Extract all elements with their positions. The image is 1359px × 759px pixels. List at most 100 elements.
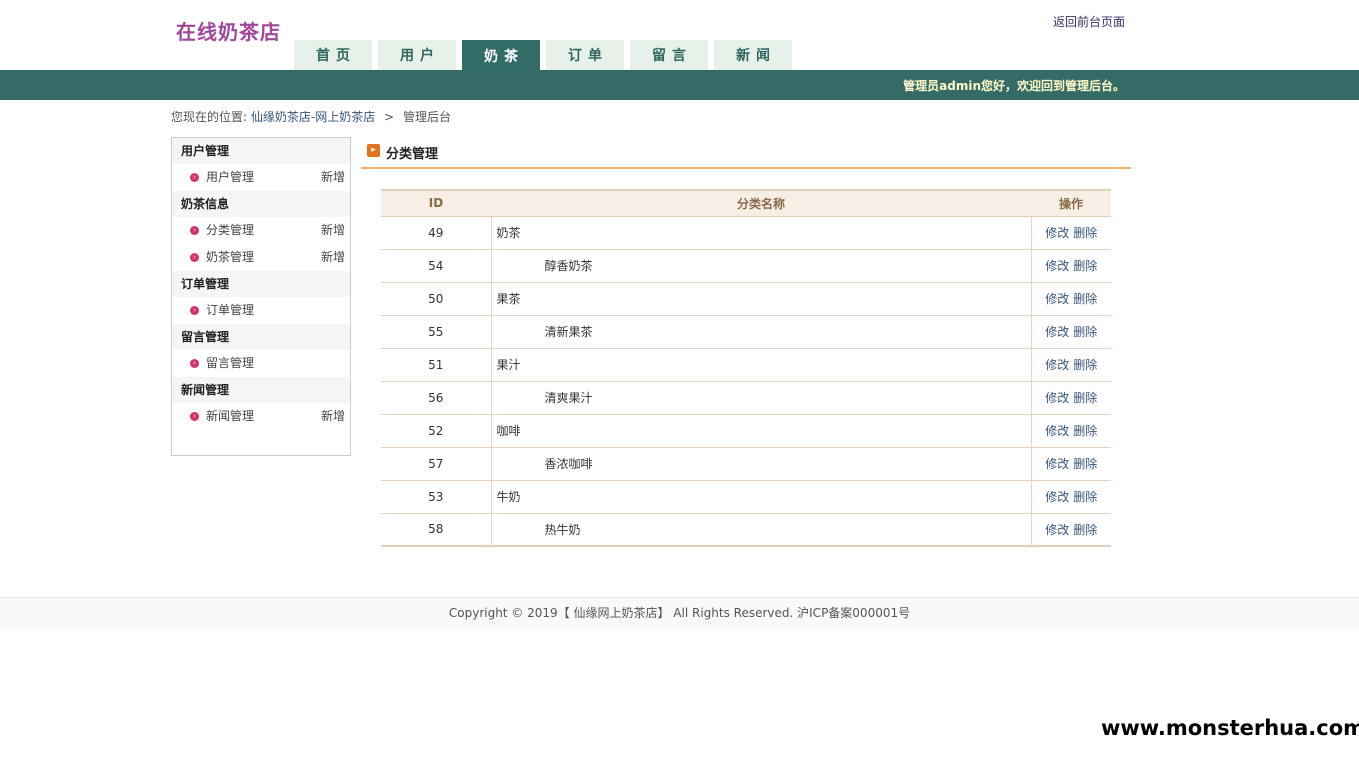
table-row: 51 果汁 修改 删除 <box>381 348 1111 382</box>
delete-link[interactable]: 删除 <box>1073 259 1097 273</box>
bullet-icon: › <box>190 173 199 182</box>
row-id: 50 <box>381 282 492 316</box>
sidebar-heading: 订单管理 <box>172 271 350 297</box>
table-header-row: ID 分类名称 操作 <box>381 189 1111 217</box>
row-category-name: 清新果茶 <box>491 315 1032 349</box>
edit-link[interactable]: 修改 <box>1045 358 1069 372</box>
breadcrumb: 您现在的位置: 仙缘奶茶店-网上奶茶店 > 管理后台 <box>171 108 451 125</box>
edit-link[interactable]: 修改 <box>1045 259 1069 273</box>
sidebar: 用户管理 › 用户管理 新增 奶茶信息 › 分类管理 新增 › 奶茶管理 新增 … <box>171 137 351 456</box>
row-actions: 修改 删除 <box>1031 447 1111 481</box>
edit-link[interactable]: 修改 <box>1045 490 1069 504</box>
row-id: 57 <box>381 447 492 481</box>
edit-link[interactable]: 修改 <box>1045 325 1069 339</box>
sidebar-item-category-manage[interactable]: › 分类管理 新增 <box>172 217 350 244</box>
table-row: 53 牛奶 修改 删除 <box>381 480 1111 514</box>
bullet-icon: › <box>190 226 199 235</box>
delete-link[interactable]: 删除 <box>1073 325 1097 339</box>
delete-link[interactable]: 删除 <box>1073 457 1097 471</box>
row-actions: 修改 删除 <box>1031 348 1111 382</box>
sidebar-item-label[interactable]: 用户管理 <box>206 170 254 184</box>
footer: Copyright © 2019【 仙缘网上奶茶店】 All Rights Re… <box>0 597 1359 629</box>
sidebar-item-message-manage[interactable]: › 留言管理 <box>172 350 350 377</box>
row-category-name: 热牛奶 <box>491 513 1032 547</box>
edit-link[interactable]: 修改 <box>1045 424 1069 438</box>
bullet-icon: › <box>190 359 199 368</box>
row-actions: 修改 删除 <box>1031 315 1111 349</box>
sidebar-group-milktea: 奶茶信息 › 分类管理 新增 › 奶茶管理 新增 <box>172 191 350 271</box>
header: 在线奶茶店 返回前台页面 首页 用户 奶茶 订单 留言 新闻 <box>0 0 1359 72</box>
sidebar-item-label[interactable]: 订单管理 <box>206 303 254 317</box>
sidebar-item-label[interactable]: 新闻管理 <box>206 409 254 423</box>
row-id: 55 <box>381 315 492 349</box>
table-row: 49 奶茶 修改 删除 <box>381 216 1111 250</box>
top-bar: 管理员admin您好，欢迎回到管理后台。 <box>0 70 1359 100</box>
sidebar-item-order-manage[interactable]: › 订单管理 <box>172 297 350 324</box>
row-actions: 修改 删除 <box>1031 282 1111 316</box>
delete-link[interactable]: 删除 <box>1073 292 1097 306</box>
sidebar-item-label[interactable]: 分类管理 <box>206 223 254 237</box>
delete-link[interactable]: 删除 <box>1073 226 1097 240</box>
row-id: 56 <box>381 381 492 415</box>
sidebar-heading: 奶茶信息 <box>172 191 350 217</box>
nav-tab-news[interactable]: 新闻 <box>714 40 792 70</box>
add-news-link[interactable]: 新增 <box>321 403 345 430</box>
delete-link[interactable]: 删除 <box>1073 523 1097 537</box>
row-id: 54 <box>381 249 492 283</box>
table-row: 54 醇香奶茶 修改 删除 <box>381 249 1111 283</box>
row-category-name: 香浓咖啡 <box>491 447 1032 481</box>
site-logo[interactable]: 在线奶茶店 <box>176 16 281 45</box>
add-category-link[interactable]: 新增 <box>321 217 345 244</box>
row-actions: 修改 删除 <box>1031 381 1111 415</box>
delete-link[interactable]: 删除 <box>1073 490 1097 504</box>
copyright-text: Copyright © 2019【 仙缘网上奶茶店】 All Rights Re… <box>448 606 911 620</box>
row-id: 49 <box>381 216 492 250</box>
back-to-frontend-link[interactable]: 返回前台页面 <box>1053 13 1125 30</box>
sidebar-item-label[interactable]: 奶茶管理 <box>206 250 254 264</box>
table-body: 49 奶茶 修改 删除 54 醇香奶茶 修改 删除 50 果茶 修改 删除 55 清新果茶 修改 删除 51 果汁… <box>381 216 1111 547</box>
edit-link[interactable]: 修改 <box>1045 292 1069 306</box>
breadcrumb-prefix: 您现在的位置: <box>171 110 248 124</box>
table-row: 55 清新果茶 修改 删除 <box>381 315 1111 349</box>
delete-link[interactable]: 删除 <box>1073 391 1097 405</box>
delete-link[interactable]: 删除 <box>1073 424 1097 438</box>
edit-link[interactable]: 修改 <box>1045 391 1069 405</box>
add-user-link[interactable]: 新增 <box>321 164 345 191</box>
sidebar-item-milktea-manage[interactable]: › 奶茶管理 新增 <box>172 244 350 271</box>
main-nav: 首页 用户 奶茶 订单 留言 新闻 <box>294 40 798 72</box>
edit-link[interactable]: 修改 <box>1045 523 1069 537</box>
nav-tab-orders[interactable]: 订单 <box>546 40 624 70</box>
edit-link[interactable]: 修改 <box>1045 226 1069 240</box>
table-row: 58 热牛奶 修改 删除 <box>381 513 1111 547</box>
column-header-ops: 操作 <box>1031 189 1111 217</box>
sidebar-heading: 用户管理 <box>172 138 350 164</box>
sidebar-group-orders: 订单管理 › 订单管理 <box>172 271 350 324</box>
sidebar-item-user-manage[interactable]: › 用户管理 新增 <box>172 164 350 191</box>
row-category-name: 奶茶 <box>491 216 1032 250</box>
row-category-name: 咖啡 <box>491 414 1032 448</box>
delete-link[interactable]: 删除 <box>1073 358 1097 372</box>
nav-tab-milktea[interactable]: 奶茶 <box>462 40 540 72</box>
nav-tab-messages[interactable]: 留言 <box>630 40 708 70</box>
welcome-message: 管理员admin您好，欢迎回到管理后台。 <box>903 79 1125 93</box>
row-actions: 修改 删除 <box>1031 216 1111 250</box>
row-category-name: 醇香奶茶 <box>491 249 1032 283</box>
row-category-name: 果汁 <box>491 348 1032 382</box>
sidebar-group-news: 新闻管理 › 新闻管理 新增 <box>172 377 350 430</box>
nav-tab-home[interactable]: 首页 <box>294 40 372 70</box>
breadcrumb-site-link[interactable]: 仙缘奶茶店-网上奶茶店 <box>251 110 375 124</box>
row-id: 53 <box>381 480 492 514</box>
sidebar-item-news-manage[interactable]: › 新闻管理 新增 <box>172 403 350 430</box>
row-id: 52 <box>381 414 492 448</box>
category-table: ID 分类名称 操作 49 奶茶 修改 删除 54 醇香奶茶 修改 删除 50 果茶 修改 删除 55 清… <box>381 189 1111 547</box>
sidebar-item-label[interactable]: 留言管理 <box>206 356 254 370</box>
row-category-name: 清爽果汁 <box>491 381 1032 415</box>
add-milktea-link[interactable]: 新增 <box>321 244 345 271</box>
breadcrumb-separator: > <box>384 110 395 124</box>
table-row: 57 香浓咖啡 修改 删除 <box>381 447 1111 481</box>
row-category-name: 果茶 <box>491 282 1032 316</box>
edit-link[interactable]: 修改 <box>1045 457 1069 471</box>
row-actions: 修改 删除 <box>1031 480 1111 514</box>
nav-tab-users[interactable]: 用户 <box>378 40 456 70</box>
breadcrumb-current: 管理后台 <box>402 110 451 124</box>
